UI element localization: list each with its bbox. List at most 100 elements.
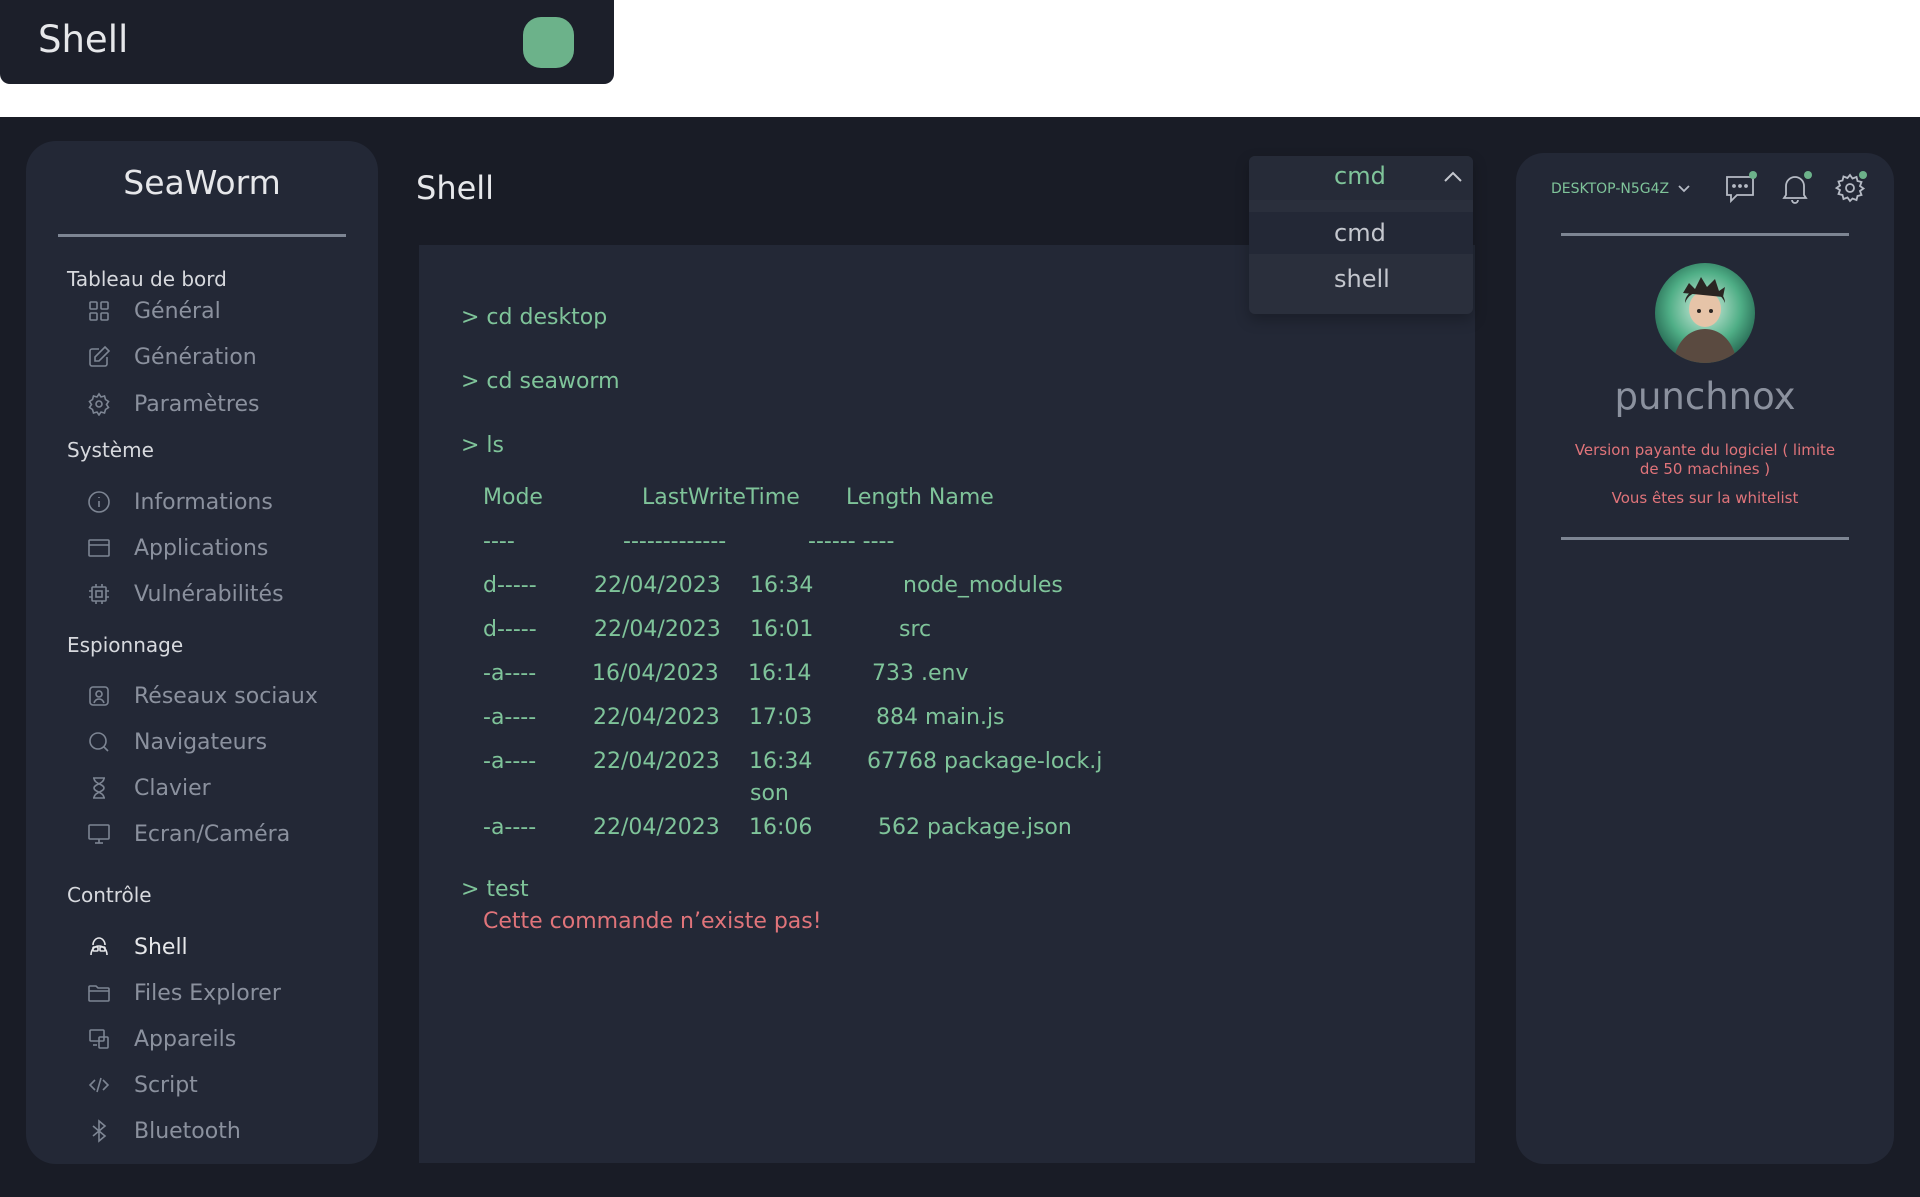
ls-row-entry: 884 main.js: [876, 705, 1005, 730]
select-value: cmd: [1334, 162, 1386, 190]
sidebar-item-label: Général: [134, 298, 221, 324]
ls-separator: ----: [483, 529, 515, 554]
sidebar-item-label: Paramètres: [134, 391, 260, 417]
sidebar-item-label: Applications: [134, 535, 269, 561]
section-title: Système: [67, 438, 154, 462]
chat-button[interactable]: [1723, 171, 1757, 205]
ls-row-time: 16:34: [749, 749, 813, 774]
section-title: Tableau de bord: [67, 267, 227, 291]
notification-badge: [1859, 171, 1867, 179]
ls-row-entry: 733 .env: [872, 661, 969, 686]
ls-separator: -------------: [623, 529, 727, 554]
edit-icon: [84, 342, 114, 372]
chevron-down-icon: [1678, 185, 1690, 193]
ls-header-length-name: Length Name: [846, 485, 994, 510]
device-selector[interactable]: DESKTOP-N5G4Z: [1551, 181, 1691, 197]
settings-button[interactable]: [1833, 171, 1867, 205]
ls-row-mode: -a----: [483, 661, 537, 686]
sidebar-item-label: Navigateurs: [134, 729, 268, 755]
ls-row-mode: -a----: [483, 705, 537, 730]
sidebar-item-label: Clavier: [134, 775, 211, 801]
ls-row-date: 22/04/2023: [593, 815, 720, 840]
profile-panel: DESKTOP-N5G4Z punchnox Version payante d…: [1516, 153, 1894, 1164]
window-icon: [84, 533, 114, 563]
devices-icon: [84, 1024, 114, 1054]
sidebar-item-label: Ecran/Caméra: [134, 821, 291, 847]
sidebar: SeaWorm Tableau de bord Général Générati…: [26, 141, 378, 1164]
terminal-command: > cd desktop: [461, 305, 608, 330]
code-icon: [84, 1070, 114, 1100]
ls-row-date: 22/04/2023: [594, 573, 721, 598]
select-option-cmd[interactable]: cmd: [1249, 212, 1473, 254]
terminal-output: > cd desktop > cd seaworm > ls Mode Last…: [419, 245, 1475, 1163]
ls-row-date: 16/04/2023: [592, 661, 719, 686]
sidebar-item-navigateurs[interactable]: Navigateurs: [84, 725, 267, 759]
sidebar-item-ecran-camera[interactable]: Ecran/Caméra: [84, 817, 290, 851]
divider: [58, 234, 346, 237]
terminal-command: > cd seaworm: [461, 369, 620, 394]
option-label: shell: [1334, 265, 1390, 293]
sidebar-item-generation[interactable]: Génération: [84, 340, 257, 374]
whitelist-status: Vous êtes sur la whitelist: [1611, 489, 1799, 507]
ls-row-date: 22/04/2023: [593, 749, 720, 774]
sidebar-item-script[interactable]: Script: [84, 1068, 198, 1102]
notifications-button[interactable]: [1778, 171, 1812, 205]
ls-separator: ------ ----: [808, 529, 895, 554]
sidebar-item-general[interactable]: Général: [84, 294, 221, 328]
hourglass-icon: [84, 773, 114, 803]
ls-header-lastwrite: LastWriteTime: [642, 485, 800, 510]
folder-icon: [84, 978, 114, 1008]
window-title: Shell: [38, 18, 129, 61]
sidebar-item-label: Bluetooth: [134, 1118, 241, 1144]
brand-logo: SeaWorm: [123, 163, 281, 202]
divider: [1561, 233, 1849, 236]
terminal-error: Cette commande n’existe pas!: [483, 909, 822, 934]
sidebar-item-appareils[interactable]: Appareils: [84, 1022, 236, 1056]
grid-icon: [84, 296, 114, 326]
sidebar-item-label: Script: [134, 1072, 198, 1098]
sidebar-item-reseaux-sociaux[interactable]: Réseaux sociaux: [84, 679, 318, 713]
terminal-command: > test: [461, 877, 529, 902]
sidebar-item-clavier[interactable]: Clavier: [84, 771, 211, 805]
sidebar-item-shell[interactable]: Shell: [84, 930, 188, 964]
license-info: Version payante du logiciel ( limite de …: [1574, 441, 1836, 478]
sidebar-item-informations[interactable]: Informations: [84, 485, 273, 519]
ls-row-entry: 67768 package-lock.j: [867, 749, 1103, 774]
ls-row-time: 17:03: [749, 705, 813, 730]
notification-badge: [1804, 171, 1812, 179]
ls-row-mode: -a----: [483, 749, 537, 774]
ls-row-entry: 562 package.json: [878, 815, 1072, 840]
sidebar-item-label: Informations: [134, 489, 273, 515]
select-option-shell[interactable]: shell: [1249, 258, 1473, 300]
option-label: cmd: [1334, 219, 1386, 247]
notification-badge: [1749, 171, 1757, 179]
sidebar-item-bluetooth[interactable]: Bluetooth: [84, 1114, 241, 1148]
sidebar-item-applications[interactable]: Applications: [84, 531, 268, 565]
ls-row-mode: d-----: [483, 573, 537, 598]
ls-row-mode: -a----: [483, 815, 537, 840]
shell-type-select[interactable]: cmd cmd shell: [1249, 156, 1473, 314]
sidebar-item-label: Appareils: [134, 1026, 237, 1052]
sidebar-item-files-explorer[interactable]: Files Explorer: [84, 976, 281, 1010]
avatar: [1655, 263, 1755, 363]
sidebar-item-label: Réseaux sociaux: [134, 683, 318, 709]
divider: [1561, 537, 1849, 540]
chevron-up-icon: [1444, 171, 1462, 182]
section-title: Contrôle: [67, 883, 152, 907]
select-header[interactable]: cmd: [1249, 156, 1473, 200]
ls-row-date: 22/04/2023: [593, 705, 720, 730]
sidebar-item-parametres[interactable]: Paramètres: [84, 387, 259, 421]
window-tab: Shell: [0, 0, 614, 84]
ls-row-entry: node_modules: [903, 573, 1063, 598]
ls-row-entry: src: [899, 617, 932, 642]
app-window: SeaWorm Tableau de bord Général Générati…: [0, 117, 1920, 1197]
section-title: Espionnage: [67, 633, 184, 657]
info-icon: [84, 487, 114, 517]
user-square-icon: [84, 681, 114, 711]
bluetooth-icon: [84, 1116, 114, 1146]
status-indicator: [523, 17, 574, 68]
sidebar-item-label: Vulnérabilités: [134, 581, 284, 607]
sidebar-item-label: Files Explorer: [134, 980, 281, 1006]
terminal-command: > ls: [461, 433, 505, 458]
sidebar-item-vulnerabilites[interactable]: Vulnérabilités: [84, 577, 284, 611]
